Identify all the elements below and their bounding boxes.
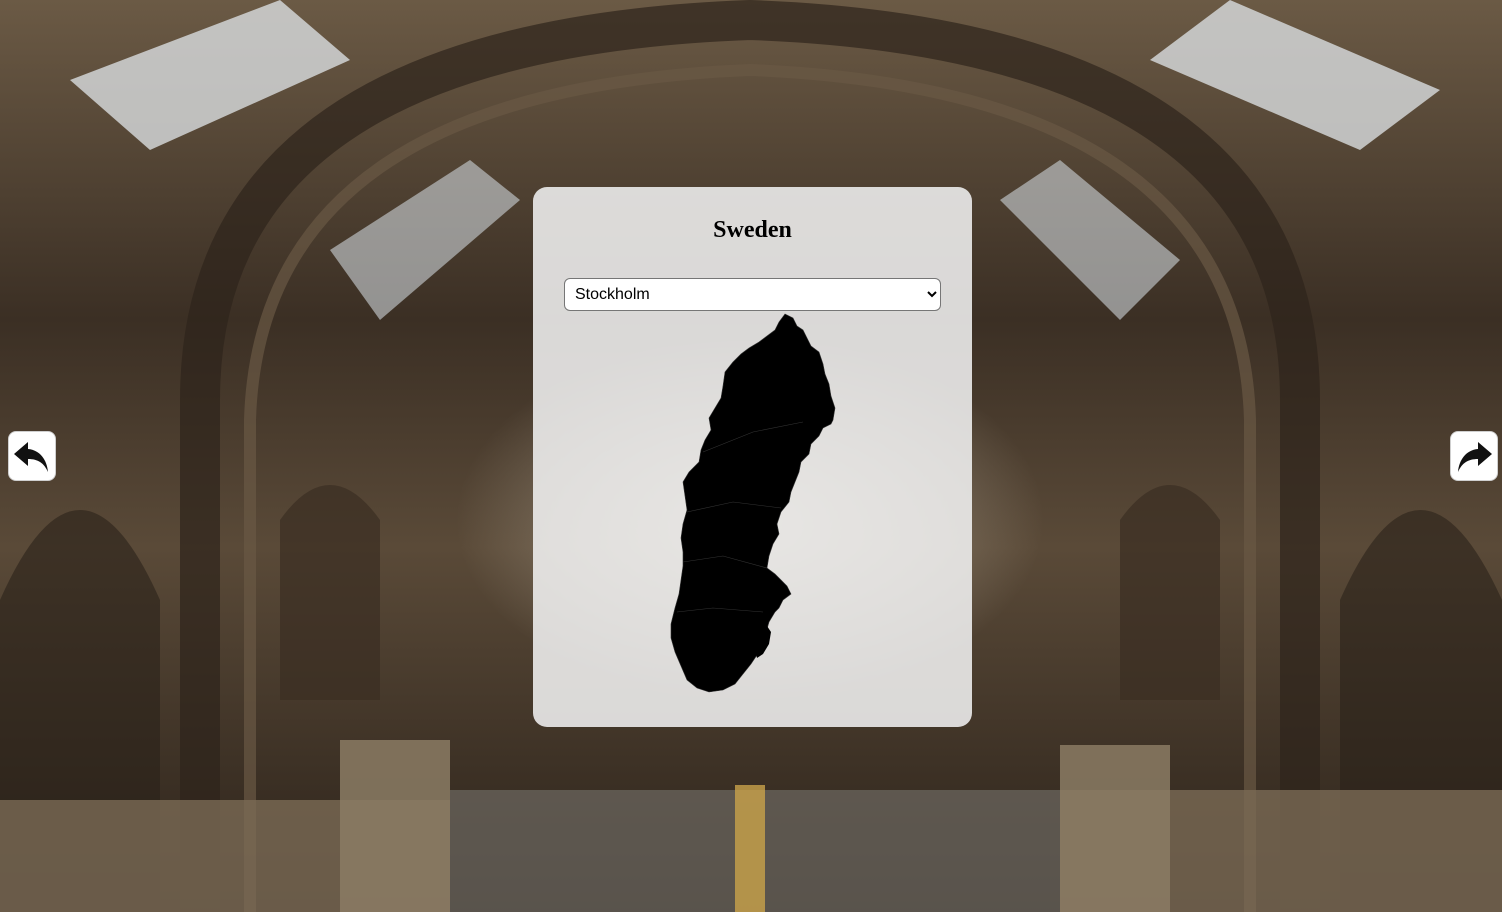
sweden-map[interactable] (663, 312, 843, 697)
sweden-map-shape[interactable] (670, 313, 836, 693)
country-title: Sweden (713, 217, 792, 243)
sweden-map-svg (670, 313, 836, 693)
previous-country-button[interactable] (8, 431, 56, 481)
arrow-forward-icon (1458, 442, 1492, 472)
region-select[interactable]: Stockholm (564, 278, 941, 311)
country-card: Sweden Stockholm (533, 187, 972, 727)
arrow-back-icon (14, 442, 48, 472)
next-country-button[interactable] (1450, 431, 1498, 481)
